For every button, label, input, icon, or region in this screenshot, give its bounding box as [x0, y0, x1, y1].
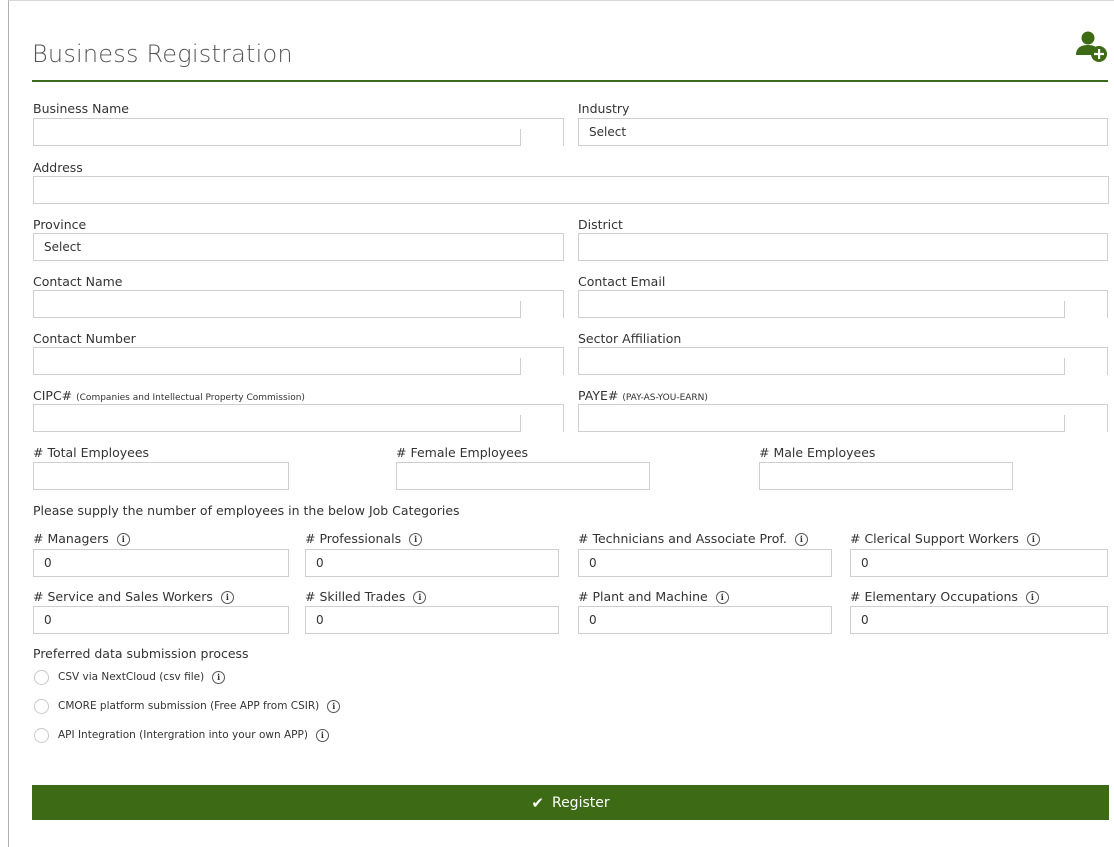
register-button[interactable]: ✔ Register	[32, 785, 1109, 820]
technicians-label: # Technicians and Associate Prof. i	[578, 531, 808, 546]
info-icon[interactable]: i	[315, 728, 329, 742]
radio-option-cmore[interactable]: CMORE platform submission (Free APP from…	[34, 697, 341, 715]
info-icon[interactable]: i	[220, 591, 234, 604]
skilled-trades-label: # Skilled Trades i	[305, 589, 427, 604]
radio-option-label: API Integration (Intergration into your …	[58, 729, 308, 741]
province-select[interactable]: Select	[33, 233, 564, 261]
professionals-input[interactable]: 0	[305, 549, 559, 577]
cipc-label-note: (Companies and Intellectual Property Com…	[76, 393, 305, 403]
contact-email-label: Contact Email	[578, 274, 666, 289]
submission-label: Preferred data submission process	[33, 646, 249, 661]
plant-machine-label-text: # Plant and Machine	[578, 589, 708, 604]
total-employees-label: # Total Employees	[33, 445, 150, 460]
radio-button[interactable]	[34, 727, 49, 743]
info-icon[interactable]: i	[794, 533, 808, 546]
male-employees-label: # Male Employees	[759, 445, 876, 460]
service-sales-input[interactable]: 0	[33, 606, 289, 634]
info-icon[interactable]: i	[715, 591, 729, 604]
technicians-input[interactable]: 0	[578, 549, 832, 577]
radio-option-label: CSV via NextCloud (csv file)	[58, 671, 205, 683]
technicians-label-text: # Technicians and Associate Prof.	[578, 531, 787, 546]
plant-machine-label: # Plant and Machine i	[578, 589, 729, 604]
total-employees-input[interactable]	[33, 462, 289, 490]
info-icon[interactable]: i	[1025, 591, 1039, 604]
business-name-input[interactable]	[33, 118, 564, 146]
radio-button[interactable]	[34, 669, 49, 685]
industry-select[interactable]: Select	[578, 118, 1108, 146]
province-label: Province	[33, 217, 87, 232]
female-employees-label: # Female Employees	[396, 445, 529, 460]
paye-input[interactable]	[578, 404, 1108, 432]
form-header: Business Registration	[32, 31, 1108, 82]
info-icon[interactable]: i	[116, 533, 130, 546]
add-user-icon[interactable]	[1074, 30, 1108, 64]
contact-number-input[interactable]	[33, 347, 564, 375]
professionals-label-text: # Professionals	[305, 531, 402, 546]
cipc-input[interactable]	[33, 404, 564, 432]
skilled-trades-input[interactable]: 0	[305, 606, 559, 634]
male-employees-input[interactable]	[759, 462, 1013, 490]
skilled-trades-label-text: # Skilled Trades	[305, 589, 406, 604]
district-select[interactable]	[578, 233, 1108, 261]
service-sales-label: # Service and Sales Workers i	[33, 589, 234, 604]
cipc-label: CIPC# (Companies and Intellectual Proper…	[33, 388, 305, 403]
contact-email-input[interactable]	[578, 290, 1108, 318]
radio-option-api[interactable]: API Integration (Intergration into your …	[34, 726, 329, 744]
clerical-label: # Clerical Support Workers i	[850, 531, 1040, 546]
business-name-label: Business Name	[33, 101, 129, 116]
professionals-label: # Professionals i	[305, 531, 423, 546]
contact-name-input[interactable]	[33, 290, 564, 318]
service-sales-label-text: # Service and Sales Workers	[33, 589, 213, 604]
managers-label: # Managers i	[33, 531, 130, 546]
female-employees-input[interactable]	[396, 462, 650, 490]
clerical-input[interactable]: 0	[850, 549, 1108, 577]
managers-label-text: # Managers	[33, 531, 109, 546]
elementary-label: # Elementary Occupations i	[850, 589, 1039, 604]
cipc-label-text: CIPC#	[33, 388, 73, 403]
clerical-label-text: # Clerical Support Workers	[850, 531, 1019, 546]
industry-label: Industry	[578, 101, 630, 116]
contact-number-label: Contact Number	[33, 331, 136, 346]
elementary-input[interactable]: 0	[850, 606, 1108, 634]
info-icon[interactable]: i	[409, 533, 423, 546]
info-icon[interactable]: i	[212, 670, 226, 684]
district-label: District	[578, 217, 623, 232]
plant-machine-input[interactable]: 0	[578, 606, 832, 634]
checkmark-icon: ✔	[531, 793, 544, 812]
address-label: Address	[33, 160, 83, 175]
info-icon[interactable]: i	[413, 591, 427, 604]
radio-button[interactable]	[34, 698, 49, 714]
managers-input[interactable]: 0	[33, 549, 289, 577]
paye-label-text: PAYE#	[578, 388, 619, 403]
sector-affiliation-label: Sector Affiliation	[578, 331, 682, 346]
radio-option-csv[interactable]: CSV via NextCloud (csv file) i	[34, 668, 226, 686]
address-input[interactable]	[33, 176, 1109, 204]
info-icon[interactable]: i	[1026, 533, 1040, 546]
sector-affiliation-input[interactable]	[578, 347, 1108, 375]
register-label: Register	[551, 794, 610, 811]
elementary-label-text: # Elementary Occupations	[850, 589, 1018, 604]
info-icon[interactable]: i	[327, 699, 341, 713]
contact-name-label: Contact Name	[33, 274, 123, 289]
radio-option-label: CMORE platform submission (Free APP from…	[58, 700, 320, 712]
paye-label-note: (PAY-AS-YOU-EARN)	[622, 393, 708, 403]
page-title: Business Registration	[32, 40, 293, 68]
paye-label: PAYE# (PAY-AS-YOU-EARN)	[578, 388, 708, 403]
job-categories-prompt: Please supply the number of employees in…	[33, 503, 460, 518]
